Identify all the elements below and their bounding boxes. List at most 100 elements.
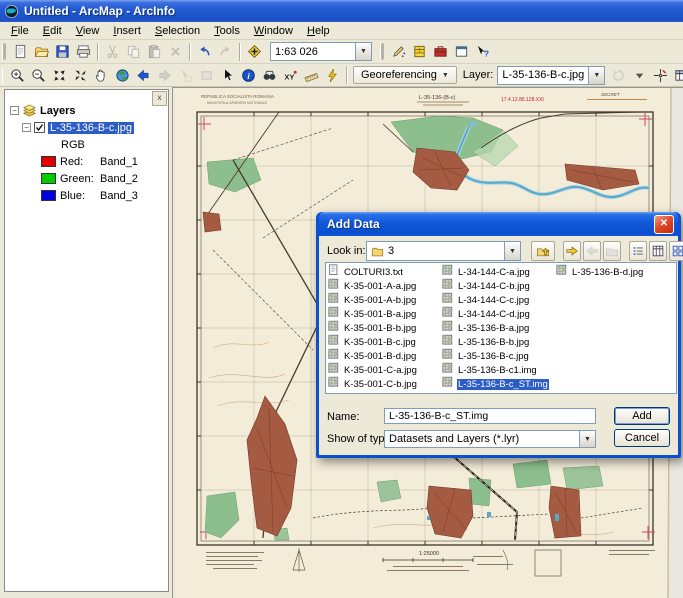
toc-layer-row[interactable]: − L-35-136-B-c.jpg (5, 119, 168, 136)
file-item[interactable]: L-34-144-C-c.jpg (442, 293, 556, 307)
new-document-icon[interactable] (10, 41, 31, 62)
view-details-icon[interactable] (649, 241, 667, 261)
menu-help[interactable]: Help (300, 24, 337, 38)
menu-window[interactable]: Window (247, 24, 300, 38)
toolbar-grip[interactable] (2, 67, 3, 84)
dropdown-arrow-icon[interactable] (629, 65, 650, 86)
folder-options-icon (603, 241, 621, 261)
band-name: Band_2 (100, 173, 138, 185)
toolbar-grip[interactable] (2, 43, 6, 60)
whats-this-icon[interactable]: ? (472, 41, 493, 62)
view-list-icon[interactable] (629, 241, 647, 261)
close-icon[interactable]: ✕ (654, 215, 674, 234)
close-icon[interactable]: x (152, 91, 167, 106)
collapse-icon[interactable]: − (10, 106, 19, 115)
fixed-zoom-out-icon[interactable] (70, 65, 91, 86)
file-item[interactable]: K-35-001-B-a.jpg (328, 307, 442, 321)
file-item[interactable]: L-34-144-C-a.jpg (442, 265, 556, 279)
file-item[interactable]: K-35-001-B-d.jpg (328, 349, 442, 363)
pan-hand-icon[interactable] (91, 65, 112, 86)
undo-icon[interactable] (194, 41, 215, 62)
connect-folder-icon[interactable] (563, 241, 581, 261)
file-list[interactable]: COLTURI3.txtK-35-001-A-a.jpgK-35-001-A-b… (325, 262, 677, 394)
file-item[interactable]: L-35-136-B-a.jpg (442, 321, 556, 335)
collapse-icon[interactable]: − (22, 123, 31, 132)
file-item[interactable]: L-35-136-B-d.jpg (556, 265, 670, 279)
show-of-type-combo[interactable]: Datasets and Layers (*.lyr) ▼ (384, 430, 596, 448)
file-item[interactable]: L-35-136-B-b.jpg (442, 335, 556, 349)
file-item[interactable]: K-35-001-C-b.jpg (328, 377, 442, 391)
select-elements-icon[interactable] (217, 65, 238, 86)
file-item[interactable]: L-35-136-B-c1.img (442, 363, 556, 377)
raster-file-icon (556, 264, 569, 280)
file-item[interactable]: K-35-001-B-b.jpg (328, 321, 442, 335)
red-band-swatch (41, 156, 56, 167)
zoom-in-icon[interactable] (7, 65, 28, 86)
layers-icon (22, 103, 37, 118)
cut-icon (102, 41, 123, 62)
identify-icon[interactable]: i (238, 65, 259, 86)
go-to-xy-icon[interactable]: XY (280, 65, 301, 86)
file-item[interactable]: L-34-144-C-b.jpg (442, 279, 556, 293)
georeferencing-layer-combo[interactable]: L-35-136-B-c.jpg ▼ (497, 66, 605, 85)
open-folder-icon[interactable] (31, 41, 52, 62)
file-item[interactable]: K-35-001-C-a.jpg (328, 363, 442, 377)
georeferencing-layer-value: L-35-136-B-c.jpg (498, 69, 588, 81)
model-window-icon[interactable] (451, 41, 472, 62)
measure-ruler-icon[interactable] (301, 65, 322, 86)
html-popup-icon[interactable] (322, 65, 343, 86)
layer-visibility-checkbox[interactable] (34, 122, 45, 133)
look-in-combo[interactable]: 3 ▼ (366, 241, 521, 261)
toolbar-grip[interactable] (380, 43, 384, 60)
dialog-titlebar[interactable]: Add Data ✕ (319, 212, 678, 236)
print-icon[interactable] (73, 41, 94, 62)
zoom-out-icon[interactable] (28, 65, 49, 86)
file-item[interactable]: K-35-001-A-b.jpg (328, 293, 442, 307)
toc-layer-name[interactable]: L-35-136-B-c.jpg (48, 122, 134, 134)
full-extent-icon[interactable] (112, 65, 133, 86)
menu-tools[interactable]: Tools (207, 24, 247, 38)
cancel-button[interactable]: Cancel (614, 429, 670, 447)
georeferencing-menu-button[interactable]: Georeferencing ▼ (353, 66, 457, 84)
toc-renderer-row: RGB (5, 136, 168, 153)
toc-root-row[interactable]: − Layers (5, 102, 168, 119)
chevron-down-icon[interactable]: ▼ (579, 431, 595, 447)
menu-insert[interactable]: Insert (106, 24, 148, 38)
arccatalog-icon[interactable] (409, 41, 430, 62)
file-item[interactable]: L-34-144-C-d.jpg (442, 307, 556, 321)
view-thumbnails-icon[interactable] (669, 241, 683, 261)
file-item[interactable]: COLTURI3.txt (328, 265, 442, 279)
svg-text:1:25000: 1:25000 (419, 551, 439, 557)
file-item[interactable]: K-35-001-B-c.jpg (328, 335, 442, 349)
editor-pencil-icon[interactable] (388, 41, 409, 62)
link-table-icon[interactable] (671, 65, 683, 86)
file-name: L-34-144-C-a.jpg (457, 267, 531, 278)
menu-edit[interactable]: Edit (36, 24, 69, 38)
title-bar[interactable]: Untitled - ArcMap - ArcInfo (0, 0, 683, 22)
menu-selection[interactable]: Selection (148, 24, 207, 38)
file-name: L-34-144-C-d.jpg (457, 309, 531, 320)
add-control-points-icon[interactable] (650, 65, 671, 86)
arctoolbox-icon[interactable] (430, 41, 451, 62)
file-name: K-35-001-B-c.jpg (343, 337, 417, 348)
menu-view[interactable]: View (69, 24, 107, 38)
file-item[interactable]: L-35-136-B-c_ST.img (442, 377, 556, 391)
back-arrow-icon[interactable] (133, 65, 154, 86)
save-icon[interactable] (52, 41, 73, 62)
fixed-zoom-in-icon[interactable] (49, 65, 70, 86)
file-item[interactable]: L-35-136-B-c.jpg (442, 349, 556, 363)
arcmap-globe-icon (4, 4, 19, 19)
copy-icon (123, 41, 144, 62)
file-item[interactable]: K-35-001-A-a.jpg (328, 279, 442, 293)
name-input[interactable] (384, 408, 596, 424)
map-scale-combo[interactable]: 1:63 026 ▼ (270, 42, 372, 61)
up-one-level-icon[interactable] (531, 241, 555, 261)
chevron-down-icon[interactable]: ▼ (504, 242, 520, 260)
chevron-down-icon[interactable]: ▼ (588, 67, 604, 84)
chevron-down-icon[interactable]: ▼ (355, 43, 371, 60)
add-data-icon[interactable] (244, 41, 265, 62)
add-button[interactable]: Add (614, 407, 670, 425)
menu-file[interactable]: File (4, 24, 36, 38)
band-channel-label: Red: (60, 156, 100, 168)
find-binoculars-icon[interactable] (259, 65, 280, 86)
